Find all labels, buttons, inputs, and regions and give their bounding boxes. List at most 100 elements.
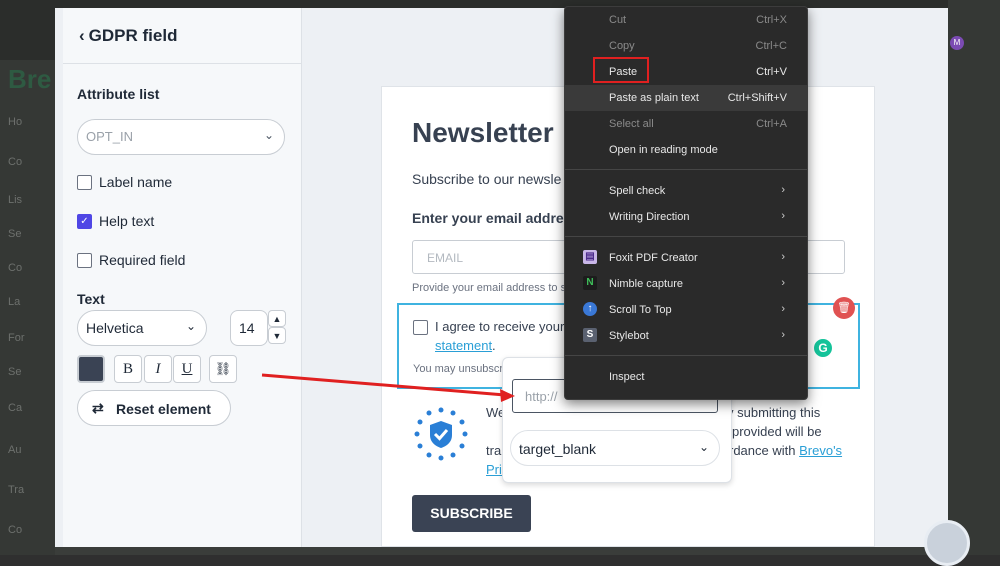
help-text-label: Help text — [99, 213, 155, 229]
menu-item-label: Nimble capture — [609, 278, 683, 290]
bold-button[interactable]: B — [114, 355, 142, 383]
chevron-down-icon: ⌄ — [263, 128, 274, 142]
paste-highlight-box — [593, 57, 649, 83]
nav-item[interactable]: Ho — [8, 116, 22, 128]
scroll-top-icon: ↑ — [583, 302, 597, 316]
back-button[interactable]: ‹ GDPR field — [79, 26, 177, 46]
menu-shortcut: Ctrl+V — [756, 66, 787, 78]
menu-separator — [565, 355, 807, 356]
settings-panel: ‹ GDPR field Attribute list OPT_IN ⌄ Labe… — [63, 8, 302, 547]
panel-title: GDPR field — [88, 26, 178, 45]
label-name-checkbox[interactable] — [77, 175, 92, 190]
reset-element-label: Reset element — [116, 401, 211, 417]
chevron-right-icon: › — [781, 210, 785, 222]
chevron-up-icon[interactable]: ▲ — [268, 310, 286, 327]
nav-item[interactable]: Co — [8, 262, 22, 274]
gdpr-unsubscribe-text: You may unsubscri — [413, 363, 506, 375]
subscribe-button[interactable]: SUBSCRIBE — [412, 495, 531, 532]
nav-item[interactable]: Tra — [8, 484, 24, 496]
menu-item-label: Writing Direction — [609, 211, 690, 223]
avatar[interactable]: M — [950, 36, 964, 50]
underline-button[interactable]: U — [173, 355, 201, 383]
menu-shortcut: Ctrl+X — [756, 14, 787, 26]
reset-icon: ⇄ — [92, 400, 104, 416]
email-placeholder: EMAIL — [427, 251, 464, 265]
reset-element-button[interactable]: ⇄ Reset element — [77, 390, 231, 426]
menu-item-stylebot[interactable]: S Stylebot › — [565, 323, 807, 349]
menu-item-cut[interactable]: Cut Ctrl+X — [565, 7, 807, 33]
menu-item-inspect[interactable]: Inspect — [565, 364, 807, 390]
menu-item-copy[interactable]: Copy Ctrl+C — [565, 33, 807, 59]
menu-shortcut: Ctrl+Shift+V — [727, 92, 787, 104]
menu-item-reading-mode[interactable]: Open in reading mode — [565, 137, 807, 163]
menu-shortcut: Ctrl+C — [755, 40, 787, 52]
menu-item-label: Open in reading mode — [609, 144, 718, 156]
label-name-label: Label name — [99, 174, 173, 190]
url-placeholder: http:// — [525, 389, 558, 404]
menu-item-label: Inspect — [609, 371, 645, 383]
chevron-right-icon: › — [781, 329, 785, 341]
chevron-right-icon: › — [781, 303, 785, 315]
nav-item[interactable]: Co — [8, 524, 22, 536]
privacy-text-right: provided will be — [732, 424, 822, 439]
menu-item-label: Select all — [609, 118, 654, 130]
form-subtitle: Subscribe to our newsle — [412, 171, 562, 187]
menu-item-scroll-top[interactable]: ↑ Scroll To Top › — [565, 297, 807, 323]
grammarly-icon[interactable]: G — [812, 337, 834, 359]
foxit-icon: ▤ — [583, 250, 597, 264]
chevron-down-icon: ⌄ — [185, 319, 196, 333]
font-size-input[interactable]: 14 — [230, 310, 268, 346]
editor-modal: ‹ GDPR field Attribute list OPT_IN ⌄ Labe… — [55, 8, 948, 547]
link-target-value: target_blank — [519, 441, 597, 457]
required-field-checkbox[interactable] — [77, 253, 92, 268]
required-field-label: Required field — [99, 252, 186, 268]
nav-item[interactable]: La — [8, 296, 20, 308]
menu-shortcut: Ctrl+A — [756, 118, 787, 130]
email-hint: Provide your email address to s — [412, 282, 567, 294]
background-right-strip — [948, 0, 1000, 555]
menu-item-label: Scroll To Top — [609, 304, 672, 316]
nav-item[interactable]: Se — [8, 366, 21, 378]
font-size-value: 14 — [239, 320, 255, 336]
eu-gdpr-badge — [414, 407, 468, 461]
nav-item[interactable]: Se — [8, 228, 21, 240]
menu-item-foxit[interactable]: ▤ Foxit PDF Creator › — [565, 245, 807, 271]
menu-item-nimble[interactable]: N Nimble capture › — [565, 271, 807, 297]
attribute-select[interactable]: OPT_IN ⌄ — [77, 119, 285, 155]
font-size-stepper[interactable]: ▲ ▼ — [268, 310, 286, 344]
nav-item[interactable]: Lis — [8, 194, 22, 206]
menu-item-label: Copy — [609, 40, 635, 52]
form-title: Newsletter — [412, 117, 554, 148]
chevron-left-icon: ‹ — [79, 26, 85, 45]
nav-item[interactable]: Co — [8, 156, 22, 168]
menu-item-paste-plain[interactable]: Paste as plain text Ctrl+Shift+V — [565, 85, 807, 111]
chevron-down-icon: ⌄ — [698, 440, 709, 454]
nav-item[interactable]: Ca — [8, 402, 22, 414]
scroll-to-top-button[interactable] — [924, 520, 970, 566]
help-text-checkbox[interactable]: ✓ — [77, 214, 92, 229]
trash-icon[interactable]: 🗑 — [833, 297, 855, 319]
gdpr-checkbox[interactable] — [413, 320, 428, 335]
nav-item[interactable]: Au — [8, 444, 21, 456]
menu-item-label: Spell check — [609, 185, 666, 197]
statement-period: . — [492, 338, 496, 353]
menu-item-select-all[interactable]: Select all Ctrl+A — [565, 111, 807, 137]
nav-item[interactable]: For — [8, 332, 25, 344]
chevron-down-icon[interactable]: ▼ — [268, 327, 286, 344]
text-color-swatch[interactable] — [77, 355, 105, 383]
chevron-right-icon: › — [781, 251, 785, 263]
menu-item-writing-direction[interactable]: Writing Direction › — [565, 204, 807, 230]
chevron-right-icon: › — [781, 184, 785, 196]
nimble-icon: N — [583, 276, 597, 290]
link-target-select[interactable]: target_blank ⌄ — [510, 430, 720, 466]
text-section-label: Text — [77, 291, 105, 307]
attribute-list-label: Attribute list — [77, 86, 160, 102]
font-family-select[interactable]: Helvetica ⌄ — [77, 310, 207, 346]
font-family-value: Helvetica — [86, 320, 144, 336]
menu-item-spell-check[interactable]: Spell check › — [565, 178, 807, 204]
statement-link[interactable]: statement — [435, 338, 492, 353]
unlink-button[interactable]: ⛓ — [209, 355, 237, 383]
brevo-privacy-link[interactable]: Brevo's — [799, 443, 842, 458]
menu-item-label: Stylebot — [609, 330, 649, 342]
italic-button[interactable]: I — [144, 355, 172, 383]
